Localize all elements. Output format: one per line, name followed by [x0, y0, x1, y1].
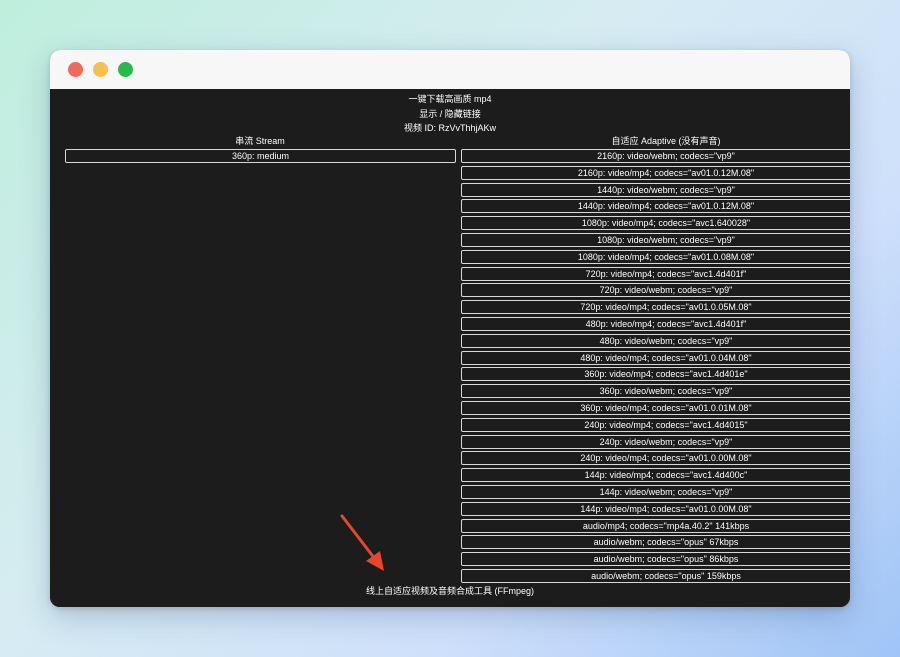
ffmpeg-merge-tool-link[interactable]: 线上自适应视频及音频合成工具 (FFmpeg): [50, 585, 850, 597]
stream-download-button[interactable]: 360p: medium: [65, 149, 456, 163]
minimize-window-button[interactable]: [93, 62, 108, 77]
close-window-button[interactable]: [68, 62, 83, 77]
adaptive-download-button[interactable]: 144p: video/mp4; codecs="av01.0.00M.08": [461, 501, 850, 516]
page-content: 一键下载高画质 mp4 显示 / 隐藏链接 视频 ID: RzVvThhjAKw…: [50, 89, 850, 607]
window-titlebar: [50, 50, 850, 89]
adaptive-download-button[interactable]: 480p: video/mp4; codecs="av01.0.04M.08": [461, 350, 850, 365]
toggle-links-link[interactable]: 显示 / 隐藏链接: [50, 108, 850, 120]
adaptive-download-button[interactable]: audio/webm; codecs="opus" 67kbps: [461, 535, 850, 550]
adaptive-download-button[interactable]: 144p: video/webm; codecs="vp9": [461, 485, 850, 499]
adaptive-download-button[interactable]: 1080p: video/mp4; codecs="av01.0.08M.08": [461, 249, 850, 264]
stream-column-header: 串流 Stream: [235, 136, 285, 146]
adaptive-download-button[interactable]: 2160p: video/webm; codecs="vp9": [461, 149, 850, 163]
adaptive-download-button[interactable]: 720p: video/mp4; codecs="avc1.4d401f": [461, 266, 850, 281]
adaptive-download-button[interactable]: 360p: video/mp4; codecs="av01.0.01M.08": [461, 401, 850, 415]
adaptive-column-header: 自适应 Adaptive (没有声音): [611, 136, 721, 146]
adaptive-download-button[interactable]: 1080p: video/webm; codecs="vp9": [461, 233, 850, 247]
adaptive-download-button[interactable]: 240p: video/mp4; codecs="av01.0.00M.08": [461, 451, 850, 466]
adaptive-download-button[interactable]: audio/mp4; codecs="mp4a.40.2" 141kbps: [461, 518, 850, 533]
app-window: 一键下载高画质 mp4 显示 / 隐藏链接 视频 ID: RzVvThhjAKw…: [50, 50, 850, 607]
adaptive-download-button[interactable]: 144p: video/mp4; codecs="avc1.4d400c": [461, 468, 850, 483]
video-id-label: 视频 ID: RzVvThhjAKw: [403, 123, 497, 133]
adaptive-download-button[interactable]: 1080p: video/mp4; codecs="avc1.640028": [461, 216, 850, 231]
adaptive-download-button[interactable]: 720p: video/mp4; codecs="av01.0.05M.08": [461, 300, 850, 315]
adaptive-download-button[interactable]: 360p: video/mp4; codecs="avc1.4d401e": [461, 367, 850, 382]
adaptive-download-button[interactable]: 2160p: video/mp4; codecs="av01.0.12M.08": [461, 165, 850, 180]
adaptive-download-button[interactable]: 480p: video/webm; codecs="vp9": [461, 333, 850, 348]
page-title: 一键下载高画质 mp4: [408, 94, 492, 104]
adaptive-download-button[interactable]: 720p: video/webm; codecs="vp9": [461, 283, 850, 298]
adaptive-download-button[interactable]: 1440p: video/mp4; codecs="av01.0.12M.08": [461, 199, 850, 214]
arrow-pointer-icon: [340, 514, 384, 571]
adaptive-download-button[interactable]: 240p: video/mp4; codecs="avc1.4d4015": [461, 417, 850, 432]
adaptive-download-button[interactable]: audio/webm; codecs="opus" 86kbps: [461, 552, 850, 567]
adaptive-download-button[interactable]: 480p: video/mp4; codecs="avc1.4d401f": [461, 317, 850, 331]
adaptive-download-button[interactable]: 1440p: video/webm; codecs="vp9": [461, 182, 850, 197]
adaptive-download-button[interactable]: 360p: video/webm; codecs="vp9": [461, 384, 850, 399]
adaptive-download-button[interactable]: audio/webm; codecs="opus" 159kbps: [461, 569, 850, 583]
adaptive-download-button[interactable]: 240p: video/webm; codecs="vp9": [461, 434, 850, 449]
maximize-window-button[interactable]: [118, 62, 133, 77]
